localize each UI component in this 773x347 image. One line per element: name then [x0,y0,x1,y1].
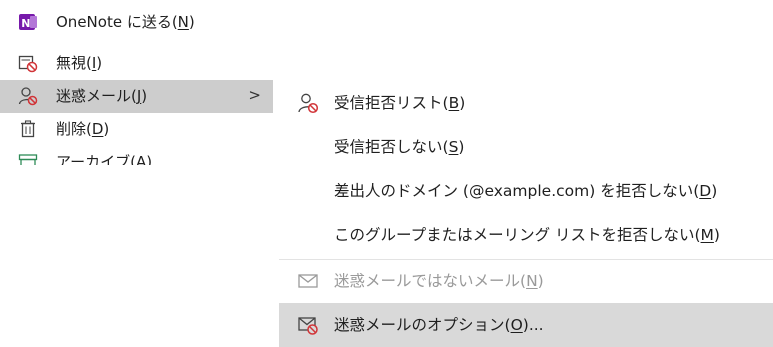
menu-item-junk[interactable]: 迷惑メール(J) > [0,80,273,113]
menu-item-ignore[interactable]: 無視(I) [0,47,273,80]
submenu-arrow-icon: > [248,86,261,104]
context-menu: N OneNote に送る(N) 無視(I) 迷惑メール(J) > 削除(D) … [0,0,273,165]
onenote-icon: N [18,12,38,32]
svg-text:N: N [21,17,30,30]
menu-item-archive[interactable]: アーカイブ(A) [0,146,273,165]
block-sender-icon [297,92,319,114]
menu-item-delete[interactable]: 削除(D) [0,113,273,146]
submenu-item-label: 迷惑メールのオプション(O)... [334,316,544,334]
menu-item-send-to-onenote[interactable]: N OneNote に送る(N) [0,6,273,39]
submenu-item-never-block-domain[interactable]: 差出人のドメイン (@example.com) を拒否しない(D) [279,169,773,213]
trash-icon [18,119,38,139]
menu-item-label: 迷惑メール(J) [56,87,148,105]
submenu-item-label: 受信拒否リスト(B) [334,94,466,112]
menu-item-label: OneNote に送る(N) [56,13,195,31]
submenu-item-block-sender[interactable]: 受信拒否リスト(B) [279,81,773,125]
submenu-item-never-block-sender[interactable]: 受信拒否しない(S) [279,125,773,169]
ignore-icon [18,53,38,73]
menu-item-label: 無視(I) [56,54,103,72]
submenu-item-not-junk[interactable]: 迷惑メールではないメール(N) [279,259,773,303]
junk-submenu: 受信拒否リスト(B) 受信拒否しない(S) 差出人のドメイン (@example… [279,81,773,347]
submenu-item-label: このグループまたはメーリング リストを拒否しない(M) [334,226,720,244]
menu-item-label: アーカイブ(A) [56,153,153,165]
submenu-item-label: 迷惑メールではないメール(N) [334,272,544,290]
submenu-item-never-block-group[interactable]: このグループまたはメーリング リストを拒否しない(M) [279,213,773,257]
submenu-item-junk-options[interactable]: 迷惑メールのオプション(O)... [279,303,773,347]
archive-icon [18,152,38,165]
envelope-icon [297,270,319,292]
junk-options-icon [297,314,319,336]
submenu-item-label: 受信拒否しない(S) [334,138,465,156]
submenu-item-label: 差出人のドメイン (@example.com) を拒否しない(D) [334,182,718,200]
junk-user-icon [18,86,38,106]
menu-item-label: 削除(D) [56,120,110,138]
